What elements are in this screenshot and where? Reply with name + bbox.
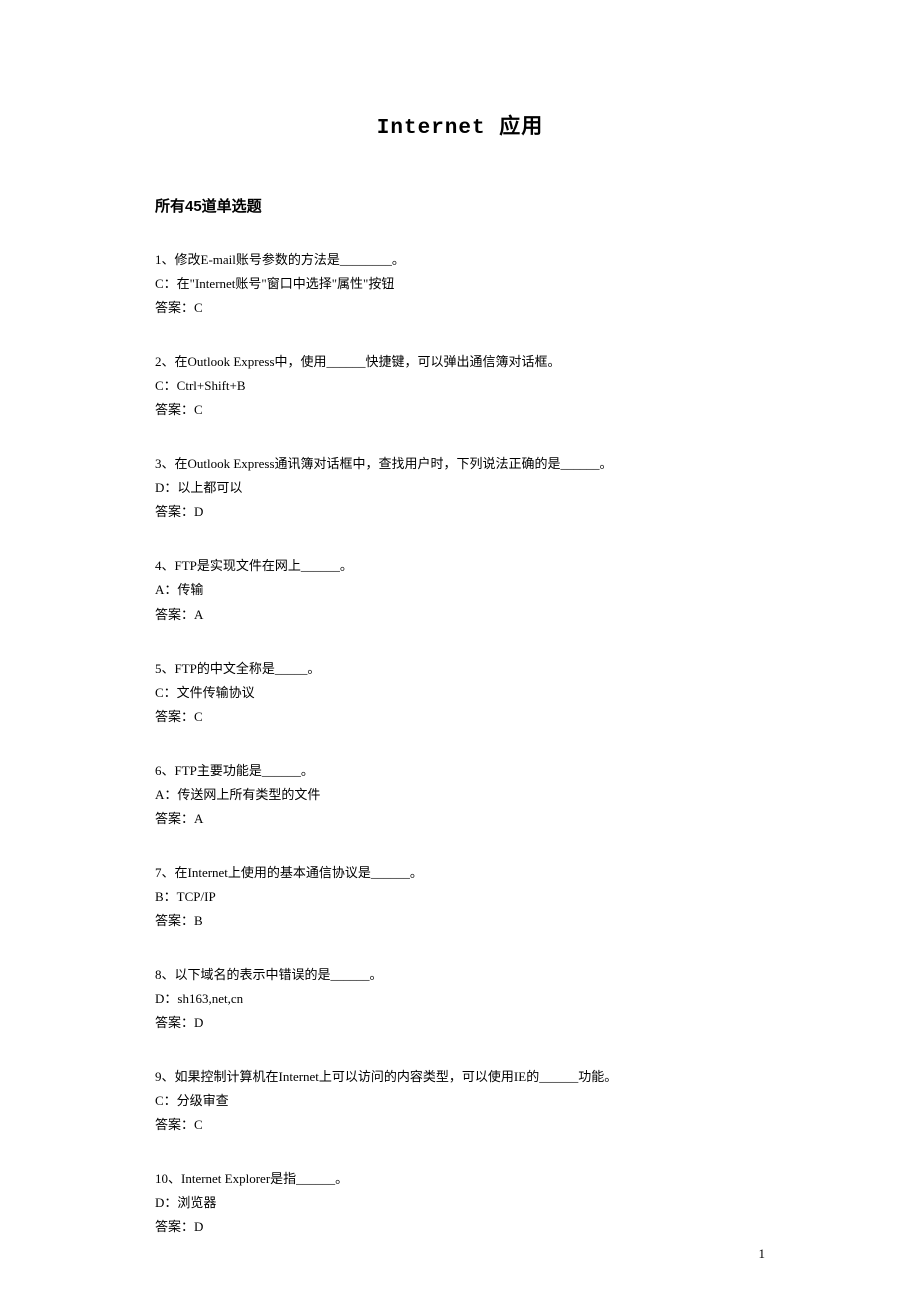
question-block: 8、以下域名的表示中错误的是______。 D：sh163,net,cn 答案：…: [155, 963, 765, 1035]
section-header: 所有45道单选题: [155, 195, 765, 216]
option-text: C：文件传输协议: [155, 681, 765, 705]
question-block: 9、如果控制计算机在Internet上可以访问的内容类型，可以使用IE的____…: [155, 1065, 765, 1137]
answer-text: 答案：D: [155, 1215, 765, 1239]
page-number: 1: [759, 1246, 766, 1262]
option-text: D：浏览器: [155, 1191, 765, 1215]
question-block: 4、FTP是实现文件在网上______。 A：传输 答案：A: [155, 554, 765, 626]
answer-text: 答案：B: [155, 909, 765, 933]
question-block: 5、FTP的中文全称是_____。 C：文件传输协议 答案：C: [155, 657, 765, 729]
question-text: 10、Internet Explorer是指______。: [155, 1167, 765, 1191]
answer-text: 答案：A: [155, 807, 765, 831]
answer-text: 答案：D: [155, 1011, 765, 1035]
option-text: C：Ctrl+Shift+B: [155, 374, 765, 398]
question-text: 4、FTP是实现文件在网上______。: [155, 554, 765, 578]
question-text: 6、FTP主要功能是______。: [155, 759, 765, 783]
answer-text: 答案：C: [155, 296, 765, 320]
option-text: D：以上都可以: [155, 476, 765, 500]
question-text: 9、如果控制计算机在Internet上可以访问的内容类型，可以使用IE的____…: [155, 1065, 765, 1089]
question-block: 1、修改E-mail账号参数的方法是________。 C：在"Internet…: [155, 248, 765, 320]
option-text: C：分级审查: [155, 1089, 765, 1113]
question-text: 3、在Outlook Express通讯簿对话框中，查找用户时，下列说法正确的是…: [155, 452, 765, 476]
question-text: 5、FTP的中文全称是_____。: [155, 657, 765, 681]
answer-text: 答案：C: [155, 1113, 765, 1137]
document-title: Internet 应用: [155, 110, 765, 140]
answer-text: 答案：C: [155, 398, 765, 422]
option-text: B：TCP/IP: [155, 885, 765, 909]
question-text: 1、修改E-mail账号参数的方法是________。: [155, 248, 765, 272]
answer-text: 答案：D: [155, 500, 765, 524]
question-text: 2、在Outlook Express中，使用______快捷键，可以弹出通信簿对…: [155, 350, 765, 374]
answer-text: 答案：A: [155, 603, 765, 627]
option-text: D：sh163,net,cn: [155, 987, 765, 1011]
option-text: A：传输: [155, 578, 765, 602]
option-text: C：在"Internet账号"窗口中选择"属性"按钮: [155, 272, 765, 296]
option-text: A：传送网上所有类型的文件: [155, 783, 765, 807]
answer-text: 答案：C: [155, 705, 765, 729]
question-text: 8、以下域名的表示中错误的是______。: [155, 963, 765, 987]
question-block: 7、在Internet上使用的基本通信协议是______。 B：TCP/IP 答…: [155, 861, 765, 933]
question-block: 10、Internet Explorer是指______。 D：浏览器 答案：D: [155, 1167, 765, 1239]
question-block: 2、在Outlook Express中，使用______快捷键，可以弹出通信簿对…: [155, 350, 765, 422]
question-block: 6、FTP主要功能是______。 A：传送网上所有类型的文件 答案：A: [155, 759, 765, 831]
question-text: 7、在Internet上使用的基本通信协议是______。: [155, 861, 765, 885]
question-block: 3、在Outlook Express通讯簿对话框中，查找用户时，下列说法正确的是…: [155, 452, 765, 524]
